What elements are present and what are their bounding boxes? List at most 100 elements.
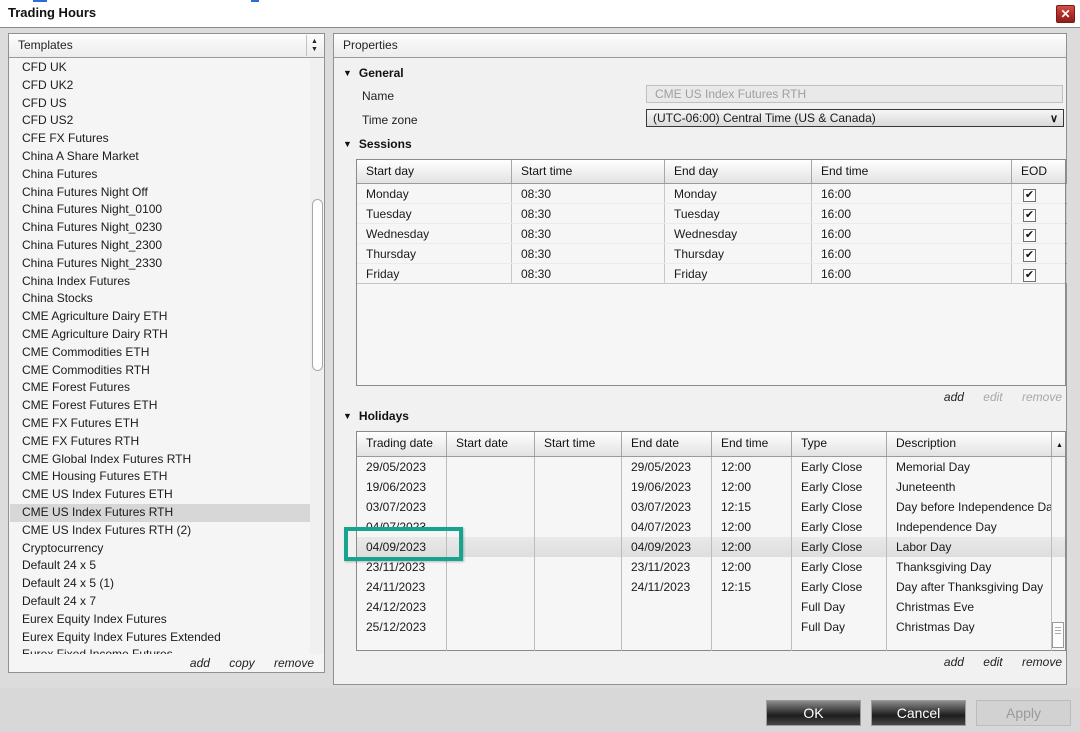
template-item[interactable]: CFD US — [10, 95, 323, 113]
template-item[interactable]: China Futures Night_0230 — [10, 219, 323, 237]
template-item[interactable]: Eurex Fixed Income Futures — [10, 646, 323, 654]
template-item[interactable]: CME Agriculture Dairy RTH — [10, 326, 323, 344]
holiday-description[interactable]: Labor Day — [887, 537, 1052, 557]
template-item[interactable]: CME Housing Futures ETH — [10, 468, 323, 486]
session-end-time[interactable]: 16:00 — [812, 264, 1012, 283]
session-row[interactable]: Thursday 08:30 Thursday 16:00 ✔ — [357, 244, 1067, 264]
session-start-day[interactable]: Tuesday — [357, 204, 512, 223]
holiday-end-date[interactable]: 24/11/2023 — [622, 577, 712, 597]
holiday-trading-date[interactable]: 04/09/2023 — [357, 537, 447, 557]
holidays-column-header[interactable]: Trading date — [357, 432, 447, 456]
session-start-day[interactable]: Friday — [357, 264, 512, 283]
sessions-column-header[interactable]: Start day — [357, 160, 512, 183]
session-end-day[interactable]: Monday — [665, 184, 812, 203]
holiday-end-time[interactable]: 12:00 — [712, 517, 792, 537]
holiday-row[interactable]: 25/12/2023 Full Day Christmas Day — [357, 617, 1065, 637]
holidays-column-header[interactable]: Description — [887, 432, 1052, 456]
holidays-section-header[interactable]: ▼ Holidays — [343, 409, 409, 423]
collapse-triangle-icon[interactable]: ▼ — [343, 139, 352, 149]
holidays-column-header[interactable]: Start time — [535, 432, 622, 456]
template-item[interactable]: China Index Futures — [10, 273, 323, 291]
general-section-header[interactable]: ▼ General — [343, 66, 404, 80]
holiday-row[interactable]: 19/06/2023 19/06/2023 12:00 Early Close June… — [357, 477, 1065, 497]
holiday-start-date[interactable] — [447, 557, 535, 577]
holiday-type[interactable]: Full Day — [792, 597, 887, 617]
holiday-start-time[interactable] — [535, 457, 622, 477]
sessions-column-header[interactable]: EOD — [1012, 160, 1067, 183]
holiday-start-time[interactable] — [535, 617, 622, 637]
session-end-day[interactable]: Thursday — [665, 244, 812, 263]
session-row[interactable]: Wednesday 08:30 Wednesday 16:00 ✔ — [357, 224, 1067, 244]
holiday-description[interactable]: Memorial Day — [887, 457, 1052, 477]
template-item[interactable]: Default 24 x 5 — [10, 557, 323, 575]
holiday-end-time[interactable] — [712, 597, 792, 617]
session-start-time[interactable]: 08:30 — [512, 184, 665, 203]
template-item[interactable]: CME US Index Futures RTH — [10, 503, 323, 522]
holiday-row[interactable]: 24/11/2023 24/11/2023 12:15 Early Close Day … — [357, 577, 1065, 597]
holidays-column-header[interactable]: Type — [792, 432, 887, 456]
holidays-remove-link[interactable]: remove — [1022, 655, 1062, 669]
session-start-time[interactable]: 08:30 — [512, 204, 665, 223]
template-item[interactable]: China Stocks — [10, 290, 323, 308]
holiday-trading-date[interactable]: 24/11/2023 — [357, 577, 447, 597]
template-item[interactable]: Default 24 x 5 (1) — [10, 575, 323, 593]
holidays-edit-link[interactable]: edit — [983, 655, 1002, 669]
session-eod-cell[interactable]: ✔ — [1012, 204, 1067, 223]
holiday-end-time[interactable]: 12:00 — [712, 537, 792, 557]
holiday-end-time[interactable]: 12:00 — [712, 457, 792, 477]
holiday-row[interactable]: 04/09/2023 04/09/2023 12:00 Early Close Labo… — [357, 537, 1065, 557]
session-end-day[interactable]: Friday — [665, 264, 812, 283]
holiday-start-date[interactable] — [447, 617, 535, 637]
holiday-trading-date[interactable]: 29/05/2023 — [357, 457, 447, 477]
holiday-type[interactable]: Early Close — [792, 537, 887, 557]
holiday-start-date[interactable] — [447, 517, 535, 537]
cancel-button[interactable]: Cancel — [871, 700, 966, 726]
holiday-end-date[interactable]: 03/07/2023 — [622, 497, 712, 517]
session-eod-cell[interactable]: ✔ — [1012, 184, 1067, 203]
template-item[interactable]: CME Agriculture Dairy ETH — [10, 308, 323, 326]
scroll-up-icon[interactable]: ▲ — [1056, 434, 1063, 456]
holiday-start-time[interactable] — [535, 577, 622, 597]
holiday-start-date[interactable] — [447, 577, 535, 597]
eod-checkbox[interactable]: ✔ — [1023, 189, 1036, 202]
holiday-start-time[interactable] — [535, 597, 622, 617]
holidays-column-header[interactable]: Start date — [447, 432, 535, 456]
holiday-description[interactable]: Christmas Eve — [887, 597, 1052, 617]
holiday-trading-date[interactable]: 19/06/2023 — [357, 477, 447, 497]
templates-scroll-spinner[interactable]: ▲ ▼ — [306, 35, 322, 56]
holiday-trading-date[interactable]: 04/07/2023 — [357, 517, 447, 537]
template-item[interactable]: CME US Index Futures RTH (2) — [10, 522, 323, 540]
holiday-trading-date[interactable]: 25/12/2023 — [357, 617, 447, 637]
template-item[interactable]: Eurex Equity Index Futures Extended — [10, 629, 323, 647]
template-item[interactable]: CFD US2 — [10, 112, 323, 130]
holiday-start-time[interactable] — [535, 537, 622, 557]
template-item[interactable]: China Futures Night_0100 — [10, 201, 323, 219]
name-input[interactable]: CME US Index Futures RTH — [646, 85, 1063, 103]
holiday-end-date[interactable] — [622, 617, 712, 637]
session-end-time[interactable]: 16:00 — [812, 184, 1012, 203]
close-icon[interactable]: ✕ — [1056, 5, 1075, 23]
template-item[interactable]: CME Forest Futures — [10, 379, 323, 397]
sessions-add-link[interactable]: add — [944, 390, 964, 404]
template-item[interactable]: China A Share Market — [10, 148, 323, 166]
holiday-end-time[interactable]: 12:15 — [712, 497, 792, 517]
template-item[interactable]: China Futures Night Off — [10, 184, 323, 202]
holiday-end-date[interactable]: 29/05/2023 — [622, 457, 712, 477]
holiday-description[interactable]: Thanksgiving Day — [887, 557, 1052, 577]
session-start-time[interactable]: 08:30 — [512, 244, 665, 263]
holiday-end-date[interactable]: 19/06/2023 — [622, 477, 712, 497]
holiday-type[interactable]: Early Close — [792, 457, 887, 477]
session-row[interactable]: Tuesday 08:30 Tuesday 16:00 ✔ — [357, 204, 1067, 224]
holiday-description[interactable]: Day after Thanksgiving Day — [887, 577, 1052, 597]
template-item[interactable]: CME Commodities RTH — [10, 362, 323, 380]
holiday-description[interactable]: Christmas Day — [887, 617, 1052, 637]
session-end-day[interactable]: Tuesday — [665, 204, 812, 223]
template-item[interactable]: China Futures Night_2330 — [10, 255, 323, 273]
template-item[interactable]: CME FX Futures RTH — [10, 433, 323, 451]
holiday-end-time[interactable]: 12:00 — [712, 477, 792, 497]
session-row[interactable]: Monday 08:30 Monday 16:00 ✔ — [357, 184, 1067, 204]
holiday-type[interactable]: Early Close — [792, 557, 887, 577]
collapse-triangle-icon[interactable]: ▼ — [343, 411, 352, 421]
holiday-start-time[interactable] — [535, 497, 622, 517]
holiday-start-time[interactable] — [535, 477, 622, 497]
